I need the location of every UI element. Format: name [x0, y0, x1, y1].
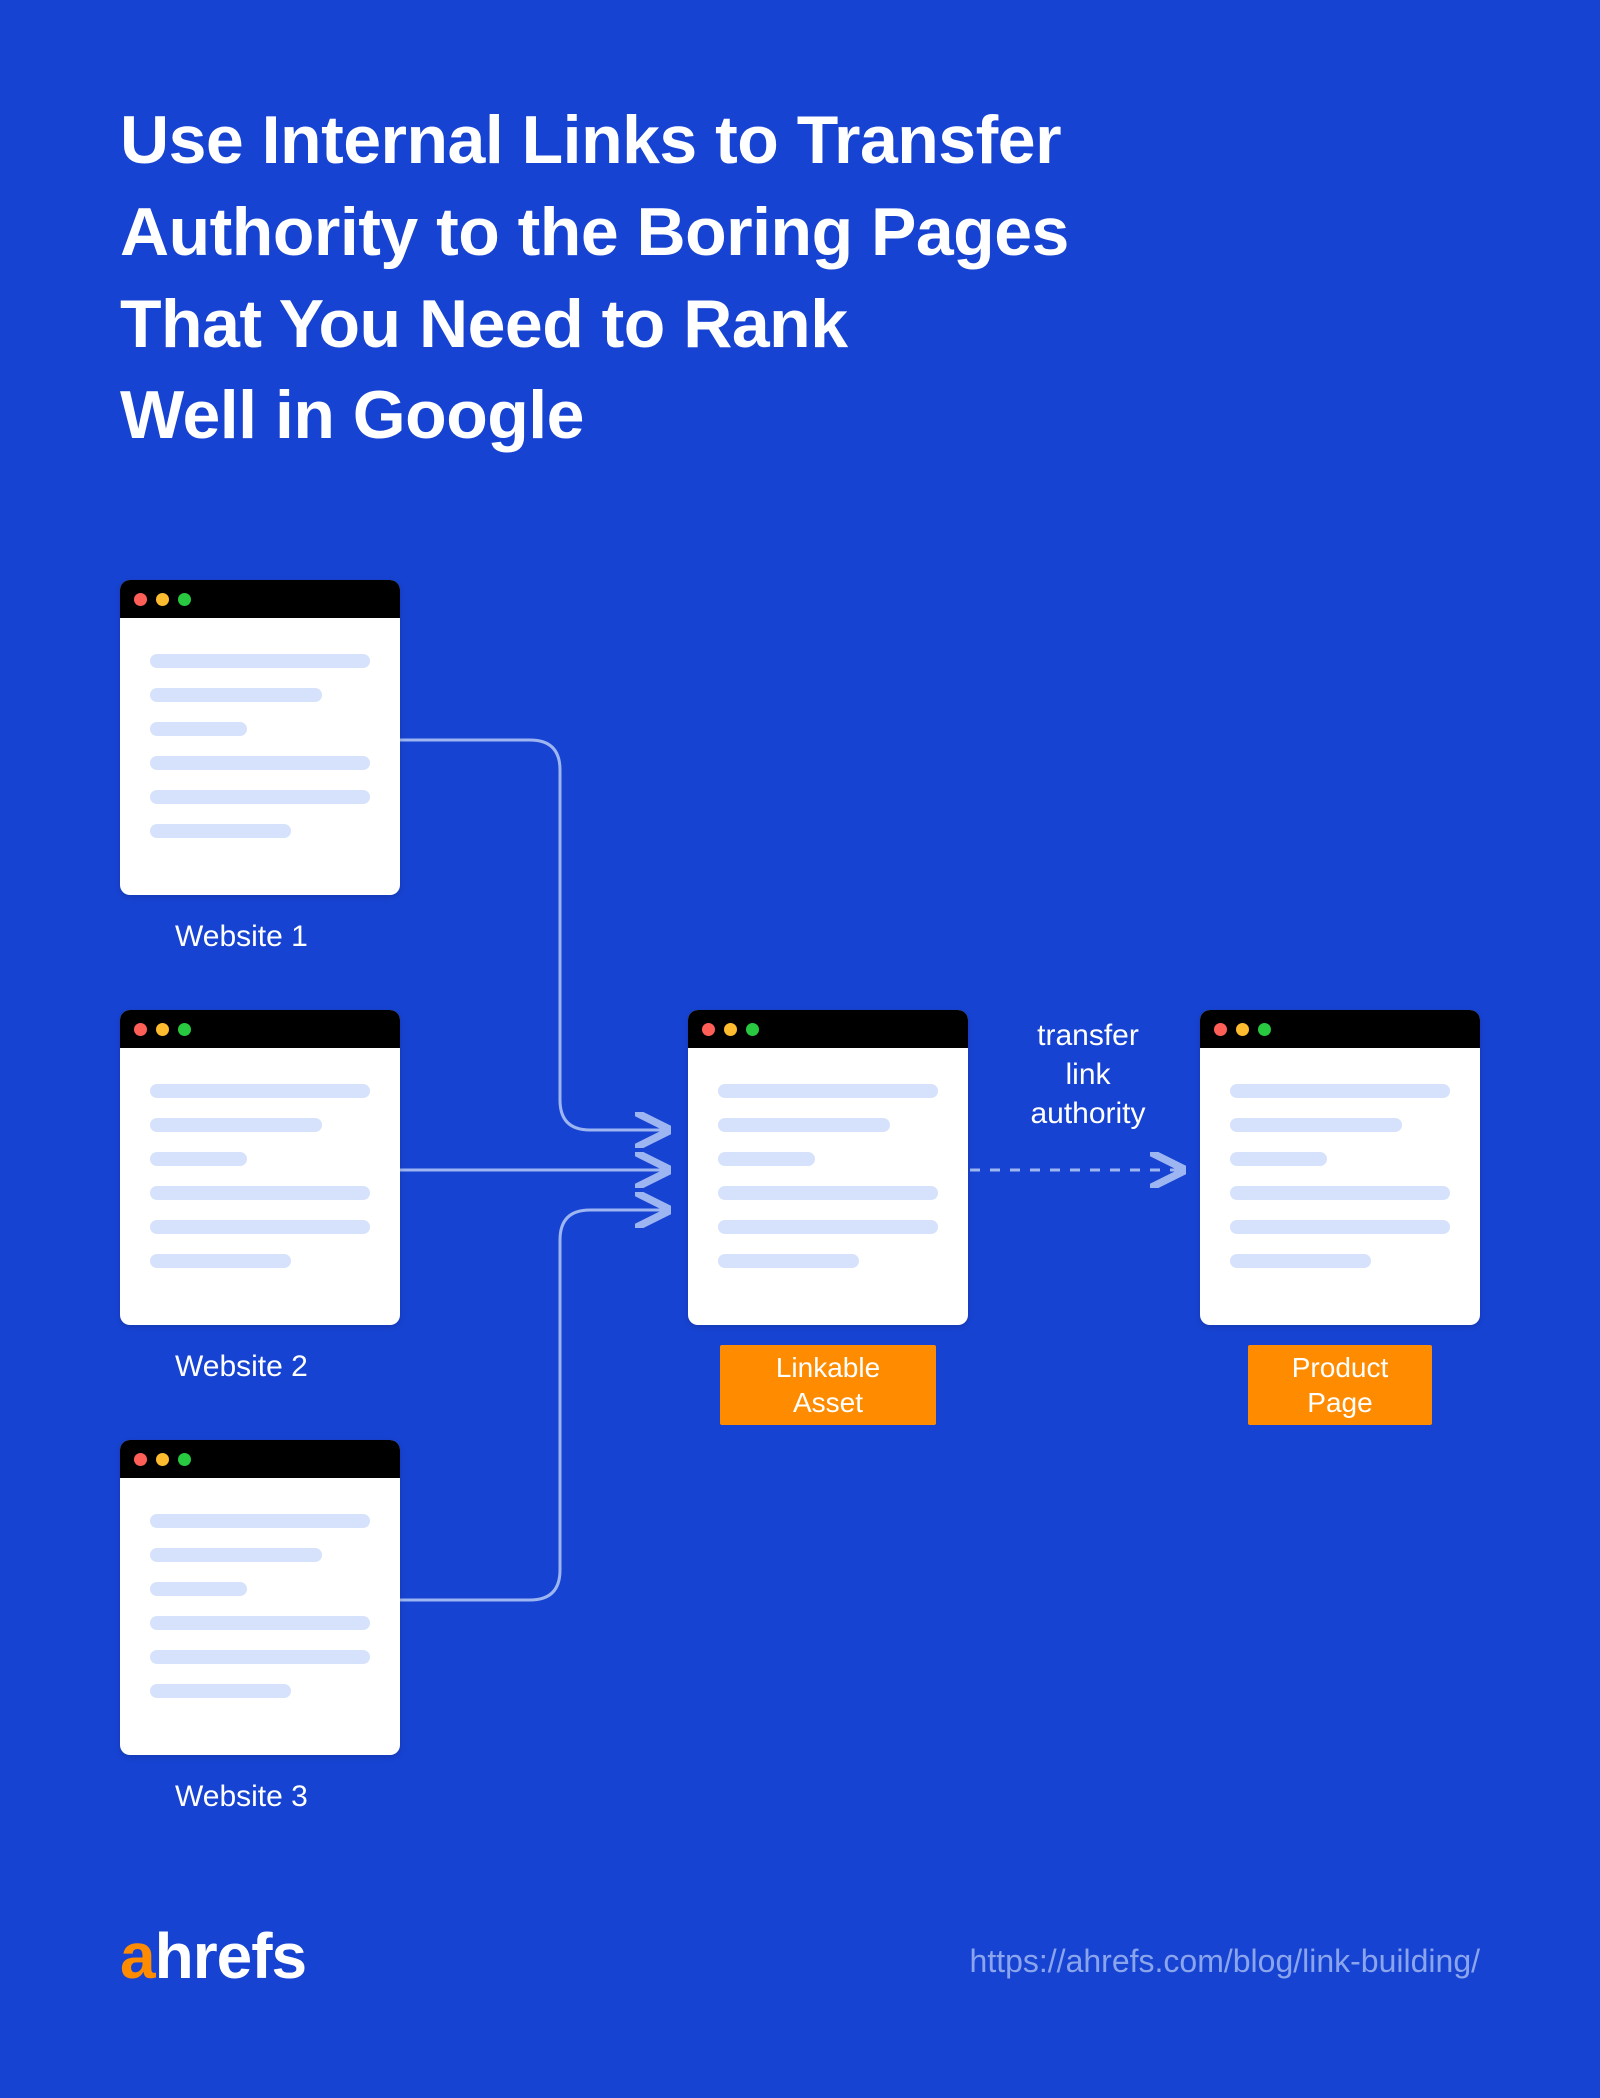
maximize-icon	[178, 1453, 191, 1466]
maximize-icon	[746, 1023, 759, 1036]
minimize-icon	[156, 1453, 169, 1466]
content-lines	[1200, 1048, 1480, 1268]
close-icon	[134, 593, 147, 606]
website-2-label: Website 2	[175, 1350, 308, 1384]
close-icon	[134, 1023, 147, 1036]
logo-accent: a	[120, 1919, 155, 1993]
minimize-icon	[724, 1023, 737, 1036]
logo-text: hrefs	[155, 1919, 307, 1993]
ahrefs-logo: ahrefs	[120, 1919, 306, 1993]
product-page-card	[1200, 1010, 1480, 1325]
minimize-icon	[156, 593, 169, 606]
transfer-authority-label: transfer link authority	[1003, 1016, 1173, 1133]
footer-url: https://ahrefs.com/blog/link-building/	[970, 1943, 1480, 1980]
page-title: Use Internal Links to Transfer Authority…	[120, 95, 1069, 462]
product-page-tag: Product Page	[1248, 1345, 1432, 1425]
maximize-icon	[1258, 1023, 1271, 1036]
close-icon	[134, 1453, 147, 1466]
browser-bar	[688, 1010, 968, 1048]
browser-bar	[120, 580, 400, 618]
website-2-card	[120, 1010, 400, 1325]
browser-bar	[120, 1440, 400, 1478]
website-1-card	[120, 580, 400, 895]
website-1-label: Website 1	[175, 920, 308, 954]
linkable-asset-card	[688, 1010, 968, 1325]
minimize-icon	[156, 1023, 169, 1036]
browser-bar	[120, 1010, 400, 1048]
close-icon	[1214, 1023, 1227, 1036]
maximize-icon	[178, 593, 191, 606]
linkable-asset-tag: Linkable Asset	[720, 1345, 936, 1425]
content-lines	[688, 1048, 968, 1268]
close-icon	[702, 1023, 715, 1036]
browser-bar	[1200, 1010, 1480, 1048]
minimize-icon	[1236, 1023, 1249, 1036]
maximize-icon	[178, 1023, 191, 1036]
content-lines	[120, 618, 400, 838]
website-3-card	[120, 1440, 400, 1755]
content-lines	[120, 1478, 400, 1698]
content-lines	[120, 1048, 400, 1268]
website-3-label: Website 3	[175, 1780, 308, 1814]
